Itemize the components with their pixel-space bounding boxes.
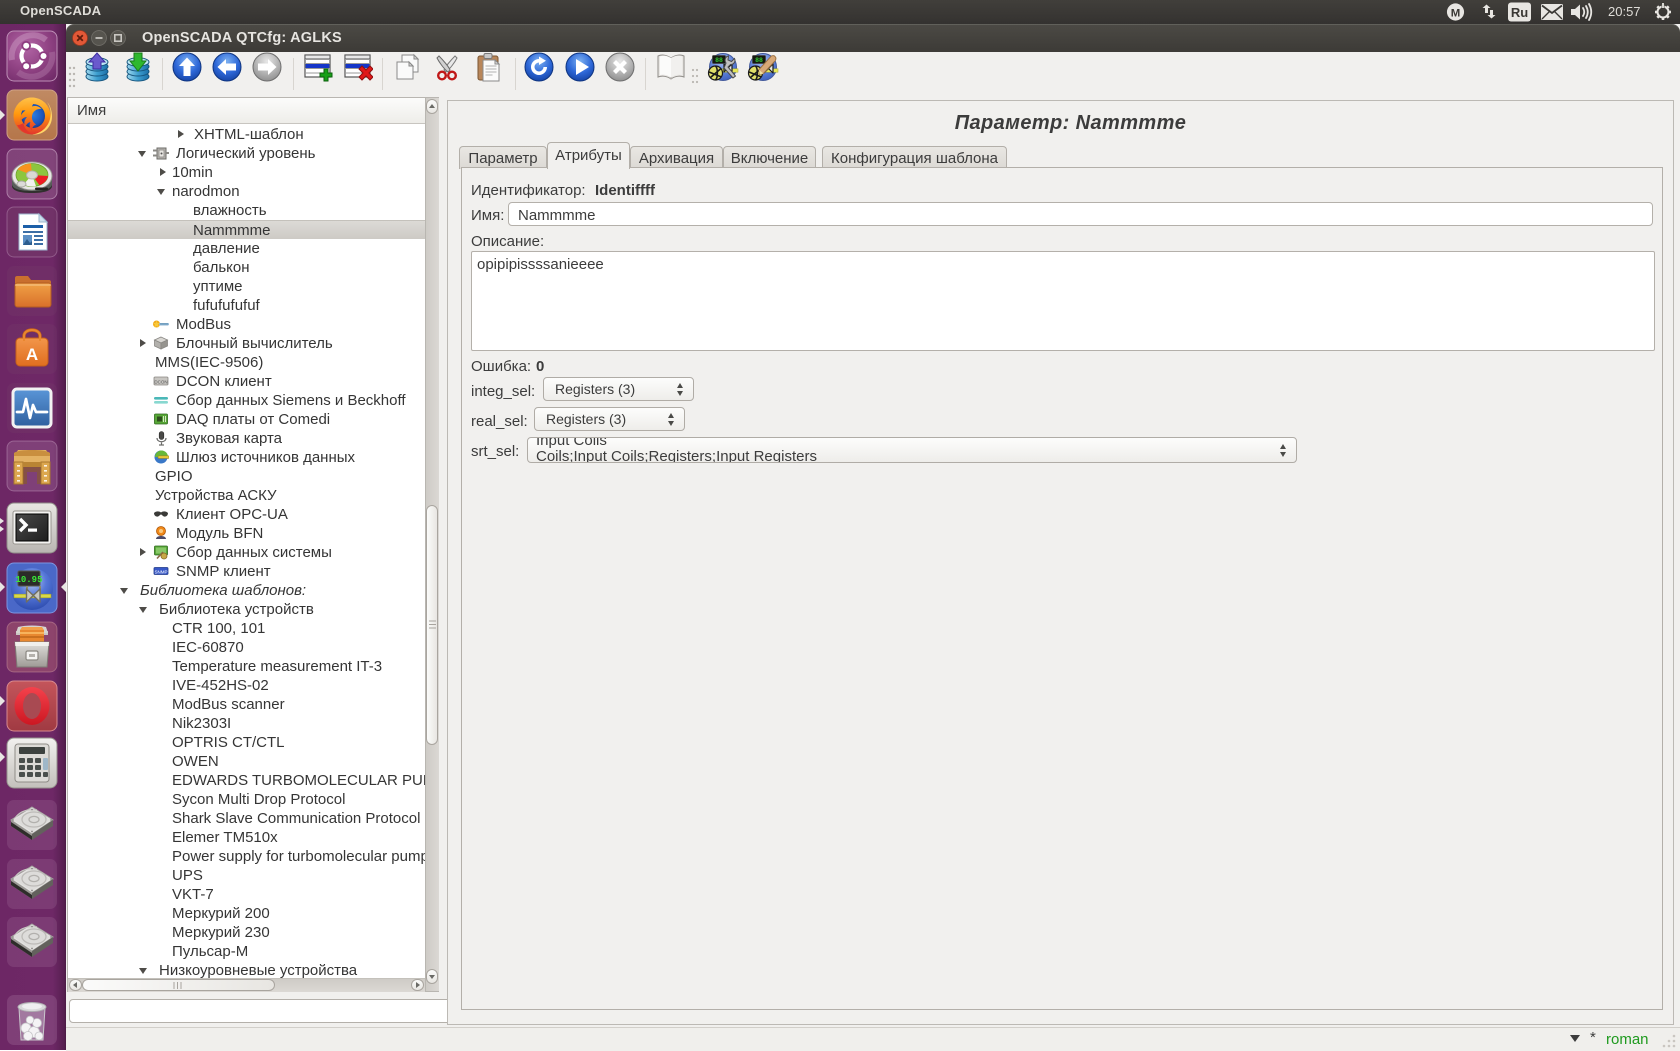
svg-text:A: A (26, 345, 38, 364)
svg-text:88: 88 (715, 57, 723, 64)
svg-text:Ru: Ru (1511, 5, 1528, 20)
svg-text:10.95: 10.95 (15, 575, 42, 585)
svg-text:M: M (1451, 7, 1461, 19)
svg-text:88: 88 (755, 57, 763, 64)
